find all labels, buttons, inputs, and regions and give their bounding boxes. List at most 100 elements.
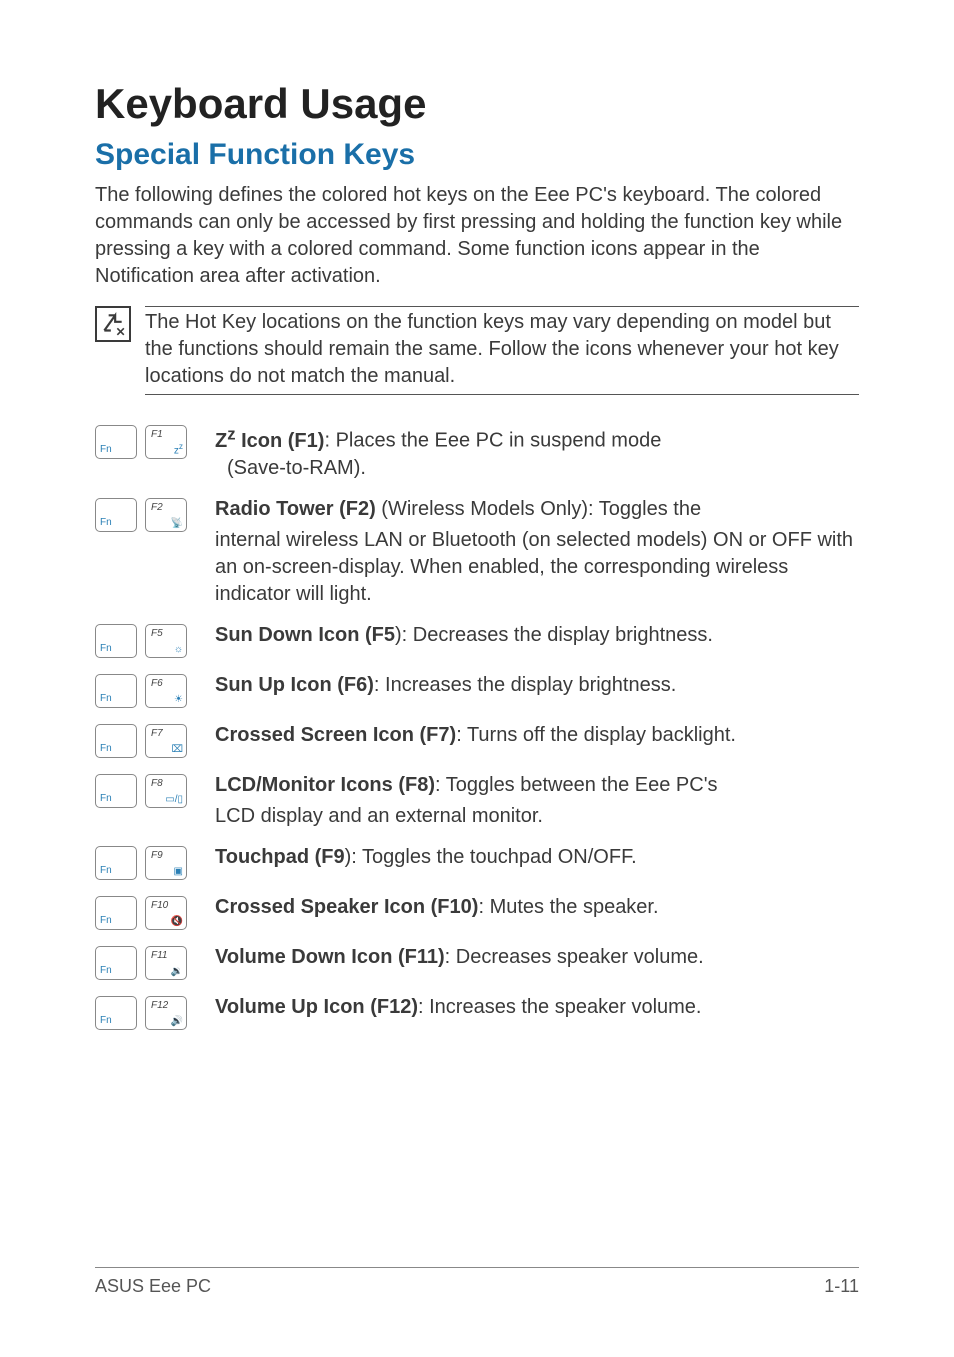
f-label: F9 — [151, 850, 163, 861]
page-footer: ASUS Eee PC 1-11 — [95, 1267, 859, 1297]
desc: Turns off the display backlight. — [467, 724, 736, 746]
fn-label: Fn — [100, 517, 112, 528]
f9-key: F9 ▣ — [145, 846, 187, 880]
radio-tower-icon: 📡 — [171, 518, 183, 529]
desc: Increases the speaker volume. — [429, 996, 701, 1018]
f-label: F11 — [151, 950, 168, 961]
fn-label-text: Sun Down Icon (F5 — [215, 624, 395, 646]
fn-desc: Zz Icon (F1): Places the Eee PC in suspe… — [215, 423, 661, 482]
mute-icon: 🔇 — [171, 916, 183, 927]
sep: : — [374, 674, 385, 696]
fn-label: Fn — [100, 693, 112, 704]
f7-key: F7⌧ — [145, 724, 187, 758]
fn-desc: Crossed Speaker Icon (F10): Mutes the sp… — [215, 894, 659, 921]
f6-key: F6☀ — [145, 674, 187, 708]
fn-key: Fn — [95, 946, 137, 980]
sep: : — [435, 774, 446, 796]
note-block: The Hot Key locations on the function ke… — [95, 306, 859, 395]
desc: Increases the display brightness. — [385, 674, 676, 696]
desc-cont: LCD display and an external monitor. — [215, 803, 718, 830]
fn-desc: Crossed Screen Icon (F7): Turns off the … — [215, 722, 736, 749]
sun-up-icon: ☀ — [174, 694, 183, 705]
fn-label: Fn — [100, 643, 112, 654]
desc: Toggles the — [599, 498, 701, 520]
f1-key: F1zz — [145, 425, 187, 459]
lcd-monitor-icon: ▭/▯ — [165, 794, 183, 805]
key-group: Fn F2 📡 — [95, 496, 215, 532]
f8-key: F8▭/▯ — [145, 774, 187, 808]
sep: : — [445, 946, 456, 968]
f-label: F2 — [151, 502, 163, 513]
key-group: Fn F12🔊 — [95, 994, 215, 1030]
sep: ): — [395, 624, 413, 646]
fn-row-f12: Fn F12🔊 Volume Up Icon (F12): Increases … — [95, 994, 859, 1030]
section-title: Special Function Keys — [95, 138, 859, 172]
key-group: Fn F6☀ — [95, 672, 215, 708]
fn-label-text: LCD/Monitor Icons (F8) — [215, 774, 435, 796]
key-group: Fn F8▭/▯ — [95, 772, 215, 808]
fn-row-f9: Fn F9 ▣ Touchpad (F9): Toggles the touchp… — [95, 844, 859, 880]
fn-row-f11: Fn F11🔉 Volume Down Icon (F11): Decrease… — [95, 944, 859, 980]
fn-row-f5: Fn F5 ☼ Sun Down Icon (F5): Decreases the… — [95, 622, 859, 658]
desc: Decreases speaker volume. — [456, 946, 704, 968]
intro-paragraph: The following defines the colored hot ke… — [95, 182, 859, 290]
fn-key: Fn — [95, 674, 137, 708]
key-group: Fn F9 ▣ — [95, 844, 215, 880]
fn-label-text: Crossed Speaker Icon (F10) — [215, 896, 478, 918]
fn-desc: Sun Down Icon (F5): Decreases the displa… — [215, 622, 713, 649]
fn-key: Fn — [95, 896, 137, 930]
note-text: The Hot Key locations on the function ke… — [145, 306, 859, 395]
key-group: Fn F11🔉 — [95, 944, 215, 980]
key-group: Fn F5 ☼ — [95, 622, 215, 658]
touchpad-icon: ▣ — [174, 866, 183, 877]
sep: : — [324, 430, 335, 452]
footer-left: ASUS Eee PC — [95, 1276, 211, 1297]
volume-up-icon: 🔊 — [171, 1016, 183, 1027]
f5-key: F5 ☼ — [145, 624, 187, 658]
sun-down-icon: ☼ — [174, 644, 183, 655]
fn-desc: Touchpad (F9): Toggles the touchpad ON/O… — [215, 844, 637, 871]
mid: (Wireless Models Only): — [376, 498, 599, 520]
fn-desc: LCD/Monitor Icons (F8): Toggles between … — [215, 772, 718, 830]
desc: Decreases the display brightness. — [413, 624, 713, 646]
fn-key: Fn — [95, 996, 137, 1030]
f12-key: F12🔊 — [145, 996, 187, 1030]
fn-label-text: Volume Down Icon (F11) — [215, 946, 445, 968]
desc-cont: (Save-to-RAM). — [227, 455, 661, 482]
fn-label: Fn — [100, 1015, 112, 1026]
fn-key: Fn — [95, 724, 137, 758]
footer-right: 1-11 — [824, 1276, 859, 1297]
desc: Toggles between the Eee PC's — [446, 774, 718, 796]
fn-key: Fn — [95, 498, 137, 532]
fn-row-f1: Fn F1zz Zz Icon (F1): Places the Eee PC … — [95, 423, 859, 482]
fn-label-text: Radio Tower (F2) — [215, 498, 376, 520]
f11-key: F11🔉 — [145, 946, 187, 980]
note-icon — [95, 306, 131, 342]
sep: ): — [345, 846, 362, 868]
fn-desc: Volume Down Icon (F11): Decreases speake… — [215, 944, 704, 971]
fn-label-text: Zz Icon (F1) — [215, 430, 324, 452]
f-label: F8 — [151, 778, 163, 789]
sep: : — [418, 996, 429, 1018]
fn-row-f2: Fn F2 📡 Radio Tower (F2) (Wireless Models… — [95, 496, 859, 608]
fn-label-text: Volume Up Icon (F12) — [215, 996, 418, 1018]
fn-row-f6: Fn F6☀ Sun Up Icon (F6): Increases the d… — [95, 672, 859, 708]
f-label: F12 — [151, 1000, 168, 1011]
f-label: F5 — [151, 628, 163, 639]
fn-row-f8: Fn F8▭/▯ LCD/Monitor Icons (F8): Toggles… — [95, 772, 859, 830]
fn-key: Fn — [95, 774, 137, 808]
sep: : — [478, 896, 489, 918]
key-group: Fn F1zz — [95, 423, 215, 459]
desc: Toggles the touchpad ON/OFF. — [362, 846, 637, 868]
fn-label: Fn — [100, 865, 112, 876]
fn-row-f7: Fn F7⌧ Crossed Screen Icon (F7): Turns o… — [95, 722, 859, 758]
fn-desc: Volume Up Icon (F12): Increases the spea… — [215, 994, 701, 1021]
f-label: F10 — [151, 900, 168, 911]
sep: : — [456, 724, 467, 746]
desc: Mutes the speaker. — [490, 896, 659, 918]
crossed-screen-icon: ⌧ — [171, 744, 183, 755]
zz-icon: zz — [174, 441, 183, 456]
f2-key: F2 📡 — [145, 498, 187, 532]
fn-label-text: Touchpad (F9 — [215, 846, 345, 868]
fn-key: Fn — [95, 846, 137, 880]
